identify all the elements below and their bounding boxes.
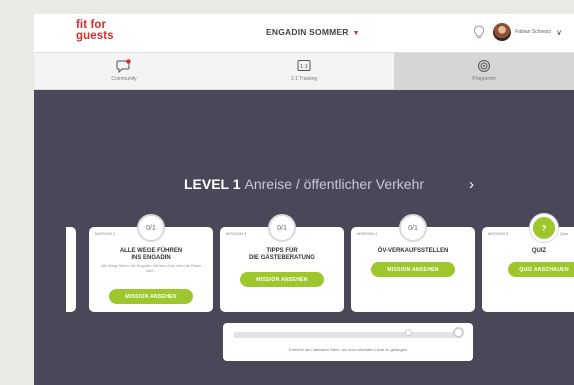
mission-title-line: ÖV-VERKAUFSSTELLEN xyxy=(377,248,449,254)
next-level-arrow[interactable]: › xyxy=(469,176,474,193)
lightbulb-icon[interactable] xyxy=(473,24,485,40)
mission-title-line: INS ENGADIN xyxy=(131,255,171,261)
mission-card[interactable]: MISSION 3 0/1 TIPPS FÜR DIE GÄSTEBERATUN… xyxy=(220,214,344,312)
logo-line-2: guests xyxy=(76,30,114,42)
mission-title: ÖV-VERKAUFSSTELLEN xyxy=(351,248,475,255)
level-subtitle: Anreise / öffentlicher Verkehr xyxy=(244,176,425,192)
mission-title-line: TIPPS FÜR xyxy=(266,248,298,254)
tab-programm[interactable]: Programm xyxy=(394,53,574,90)
programm-icon xyxy=(478,60,490,72)
mission-view-button[interactable]: MISSION ANSEHEN xyxy=(240,272,324,287)
mission-number: MISSION 2 xyxy=(95,231,116,236)
mission-card[interactable]: MISSION 4 0/1 ÖV-VERKAUFSSTELLEN MISSION… xyxy=(351,214,475,312)
tab-community[interactable]: Community xyxy=(34,53,214,90)
mission-progress-badge: 0/1 xyxy=(399,214,427,242)
mission-title-line: DIE GÄSTEBERATUNG xyxy=(249,255,315,261)
top-header: fit for guests ENGADIN SOMMER ▼ Fabian Sc… xyxy=(34,14,574,53)
training-icon: 1:1 xyxy=(297,60,311,71)
mission-title: ALLE WEGE FÜHREN INS ENGADIN xyxy=(89,248,213,262)
level-title: LEVEL 1 xyxy=(183,176,241,192)
user-name: Fabian Schwarz xyxy=(515,29,552,35)
progress-track xyxy=(233,332,463,338)
season-label: ENGADIN SOMMER xyxy=(266,27,349,37)
mission-title-line: ALLE WEGE FÜHREN xyxy=(119,248,183,254)
tab-label: 1:1 Training xyxy=(290,76,318,82)
mission-number: MISSION 5 xyxy=(488,231,509,236)
mission-description: Alle Wege führen ins Engadin: mit dem Au… xyxy=(100,264,202,273)
progress-end-marker xyxy=(453,327,464,338)
user-menu[interactable]: Fabian Schwarz ∨ xyxy=(473,23,562,41)
tab-training[interactable]: 1:1 1:1 Training xyxy=(214,53,394,90)
level-progress-panel: Erreiche den nächsten Stern, um zum näch… xyxy=(223,323,473,361)
mission-card[interactable]: MISSION 2 0/1 ALLE WEGE FÜHREN INS ENGAD… xyxy=(89,214,213,312)
quiz-corner-label: Quiz xyxy=(559,231,568,236)
mission-view-button[interactable]: MISSION ANSEHEN xyxy=(109,289,193,304)
quiz-title: QUIZ xyxy=(531,248,547,254)
quiz-view-button[interactable]: QUIZ ANSCHAUEN xyxy=(508,262,574,277)
mission-card-partial[interactable] xyxy=(66,227,76,312)
season-dropdown[interactable]: ENGADIN SOMMER ▼ xyxy=(266,27,360,37)
mission-number: MISSION 3 xyxy=(226,231,247,236)
progress-hint: Erreiche den nächsten Stern, um zum näch… xyxy=(288,347,408,352)
tab-label: Community xyxy=(111,76,137,82)
mission-title: TIPPS FÜR DIE GÄSTEBERATUNG xyxy=(220,248,344,262)
chevron-down-icon: ∨ xyxy=(556,27,562,37)
community-icon xyxy=(116,59,131,73)
level-heading: LEVEL 1 Anreise / öffentlicher Verkehr › xyxy=(34,176,574,193)
mission-number: MISSION 4 xyxy=(357,231,378,236)
quiz-question-icon: ? xyxy=(530,214,558,242)
chevron-down-icon: ▼ xyxy=(352,30,360,37)
svg-text:1:1: 1:1 xyxy=(300,64,308,70)
app-window: fit for guests ENGADIN SOMMER ▼ Fabian Sc… xyxy=(34,14,574,385)
avatar[interactable] xyxy=(493,23,512,41)
quiz-card[interactable]: MISSION 5 Quiz ? QUIZ QUIZ ANSCHAUEN xyxy=(482,214,574,312)
progress-star-marker xyxy=(405,329,412,336)
mission-progress-badge: 0/1 xyxy=(268,214,296,242)
logo[interactable]: fit for guests xyxy=(76,19,114,42)
mission-view-button[interactable]: MISSION ANSEHEN xyxy=(371,262,455,277)
main-tabs: Community 1:1 1:1 Training Programm xyxy=(34,53,574,90)
mission-progress-badge: 0/1 xyxy=(137,214,165,242)
tab-label: Programm xyxy=(472,76,496,82)
